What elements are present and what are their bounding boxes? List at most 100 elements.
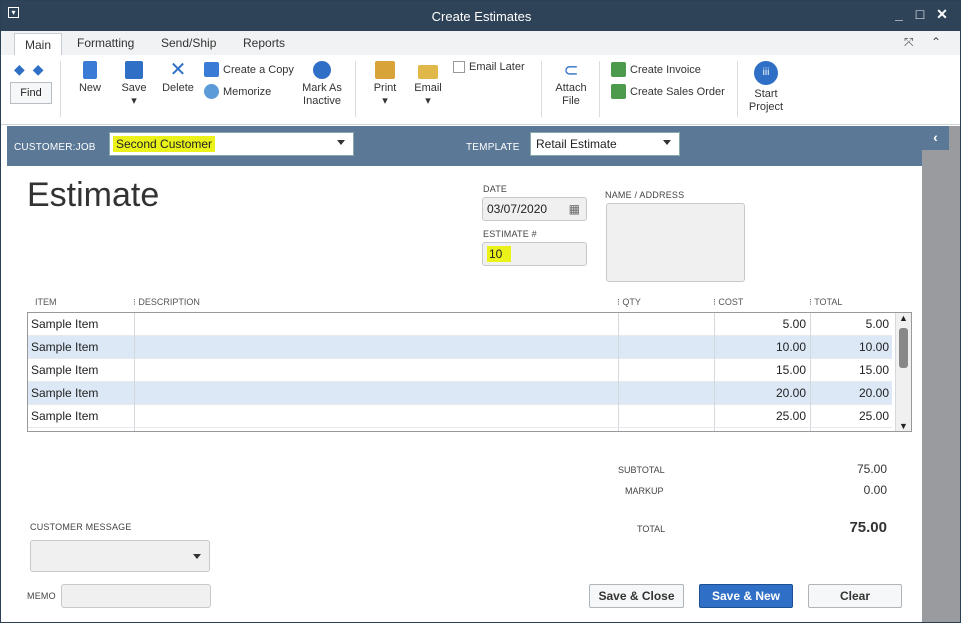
date-field[interactable]: 03/07/2020 ▦ xyxy=(482,197,587,221)
markup-value: 0.00 xyxy=(863,483,887,497)
column-header-total[interactable]: ⁝ TOTAL xyxy=(809,297,842,308)
create-copy-button[interactable]: Create a Copy xyxy=(204,62,294,77)
start-project-button[interactable]: iii Start Project xyxy=(746,61,786,114)
nav-arrows: ◆ ◆ xyxy=(14,61,44,78)
chevron-down-icon[interactable] xyxy=(337,140,345,145)
total-cell[interactable]: 5.00 xyxy=(866,317,889,331)
collapse-ribbon-icon[interactable]: ⌃ xyxy=(931,35,941,49)
delete-label: Delete xyxy=(162,82,194,94)
create-invoice-button[interactable]: Create Invoice xyxy=(611,62,701,77)
divider xyxy=(355,61,356,117)
total-cell[interactable]: 20.00 xyxy=(859,386,889,400)
memorize-button[interactable]: Memorize xyxy=(204,84,271,99)
page-title: Estimate xyxy=(27,176,160,214)
customer-message-dropdown[interactable] xyxy=(30,540,210,572)
memorize-label: Memorize xyxy=(223,85,272,98)
cost-cell[interactable]: 5.00 xyxy=(783,317,806,331)
create-copy-label: Create a Copy xyxy=(223,63,294,76)
new-label: New xyxy=(78,82,101,94)
scrollbar-thumb[interactable] xyxy=(899,328,908,368)
checkbox-icon[interactable] xyxy=(453,61,465,73)
scroll-up-icon[interactable]: ▲ xyxy=(899,313,908,323)
total-cell[interactable]: 25.00 xyxy=(859,409,889,423)
email-later-label: Email Later xyxy=(469,61,525,73)
minimize-icon[interactable]: _ xyxy=(890,6,908,22)
cost-cell[interactable]: 10.00 xyxy=(776,340,806,354)
column-header-qty[interactable]: ⁝ QTY xyxy=(617,297,641,308)
next-arrow-icon[interactable]: ◆ xyxy=(33,61,44,78)
total-cell[interactable]: 15.00 xyxy=(859,363,889,377)
save-new-button[interactable]: Save & New xyxy=(699,584,793,608)
mark-inactive-label-2: Inactive xyxy=(303,95,341,107)
tab-main[interactable]: Main xyxy=(14,33,63,56)
create-sales-order-button[interactable]: Create Sales Order xyxy=(611,84,725,99)
previous-arrow-icon[interactable]: ◆ xyxy=(14,61,25,78)
memo-field[interactable] xyxy=(61,584,211,608)
save-dropdown-icon[interactable]: ▾ xyxy=(131,95,137,107)
print-button[interactable]: Print ▾ xyxy=(371,61,399,108)
subtotal-label: SUBTOTAL xyxy=(618,465,665,475)
expand-panel-icon[interactable]: ‹ xyxy=(922,126,949,150)
column-header-item[interactable]: ITEM xyxy=(35,297,57,307)
table-row[interactable]: Sample Item 15.00 15.00 xyxy=(28,359,892,382)
start-project-label: Start xyxy=(754,88,778,100)
find-button[interactable]: Find xyxy=(10,82,52,104)
email-later-checkbox[interactable]: Email Later xyxy=(453,61,525,73)
save-close-button[interactable]: Save & Close xyxy=(589,584,684,608)
item-cell[interactable]: Sample Item xyxy=(31,363,98,377)
attach-file-button[interactable]: ⊂ Attach File xyxy=(554,61,588,108)
total-cell[interactable]: 10.00 xyxy=(859,340,889,354)
clear-button[interactable]: Clear xyxy=(808,584,902,608)
printer-icon xyxy=(375,61,395,79)
date-label: DATE xyxy=(483,184,508,194)
item-cell[interactable]: Sample Item xyxy=(31,340,98,354)
table-row[interactable]: Sample Item 10.00 10.00 xyxy=(28,336,892,359)
new-button[interactable]: New xyxy=(77,61,103,95)
chevron-down-icon[interactable] xyxy=(193,554,201,559)
divider xyxy=(737,61,738,117)
table-row[interactable]: Sample Item 20.00 20.00 xyxy=(28,382,892,405)
sales-order-icon xyxy=(611,84,626,99)
customer-job-dropdown[interactable]: Second Customer xyxy=(109,132,354,156)
column-header-description[interactable]: ⁝ DESCRIPTION xyxy=(133,297,200,308)
cost-cell[interactable]: 25.00 xyxy=(776,409,806,423)
cost-header-label: COST xyxy=(718,297,744,307)
close-icon[interactable]: ✕ xyxy=(933,6,951,23)
calendar-icon[interactable]: ▦ xyxy=(569,198,580,220)
email-dropdown-icon[interactable]: ▾ xyxy=(425,95,431,107)
start-project-label-2: Project xyxy=(748,101,784,113)
column-header-cost[interactable]: ⁝ COST xyxy=(713,297,743,308)
table-row[interactable]: Sample Item 5.00 5.00 xyxy=(28,313,892,336)
estimate-number-field[interactable]: 10 xyxy=(482,242,587,266)
item-cell[interactable]: Sample Item xyxy=(31,317,98,331)
item-cell[interactable]: Sample Item xyxy=(31,409,98,423)
chevron-down-icon[interactable] xyxy=(663,140,671,145)
cost-cell[interactable]: 20.00 xyxy=(776,386,806,400)
save-button[interactable]: Save ▾ xyxy=(120,61,148,108)
check-circle-icon xyxy=(313,61,331,79)
delete-button[interactable]: ✕ Delete xyxy=(160,60,196,95)
attach-label: Attach xyxy=(555,82,587,94)
total-value: 75.00 xyxy=(849,519,887,536)
mark-inactive-label: Mark As xyxy=(302,82,342,94)
title-bar: ▾ Create Estimates _ □ ✕ xyxy=(1,1,960,31)
cost-cell[interactable]: 15.00 xyxy=(776,363,806,377)
name-address-field[interactable] xyxy=(606,203,745,282)
expand-icon[interactable]: ⤧ xyxy=(904,35,914,50)
table-scrollbar[interactable]: ▲ ▼ xyxy=(895,313,911,431)
divider xyxy=(541,61,542,117)
email-button[interactable]: Email ▾ xyxy=(412,61,444,108)
save-icon xyxy=(125,61,143,79)
maximize-icon[interactable]: □ xyxy=(911,6,929,22)
mark-inactive-button[interactable]: Mark As Inactive xyxy=(297,61,347,108)
item-cell[interactable]: Sample Item xyxy=(31,386,98,400)
print-dropdown-icon[interactable]: ▾ xyxy=(382,95,388,107)
tab-formatting[interactable]: Formatting xyxy=(77,36,134,50)
column-divider xyxy=(714,313,715,431)
email-label: Email xyxy=(414,82,442,94)
table-row[interactable]: Sample Item 25.00 25.00 xyxy=(28,405,892,428)
tab-send-ship[interactable]: Send/Ship xyxy=(161,36,216,50)
template-dropdown[interactable]: Retail Estimate xyxy=(530,132,680,156)
tab-reports[interactable]: Reports xyxy=(243,36,285,50)
scroll-down-icon[interactable]: ▼ xyxy=(899,421,908,431)
